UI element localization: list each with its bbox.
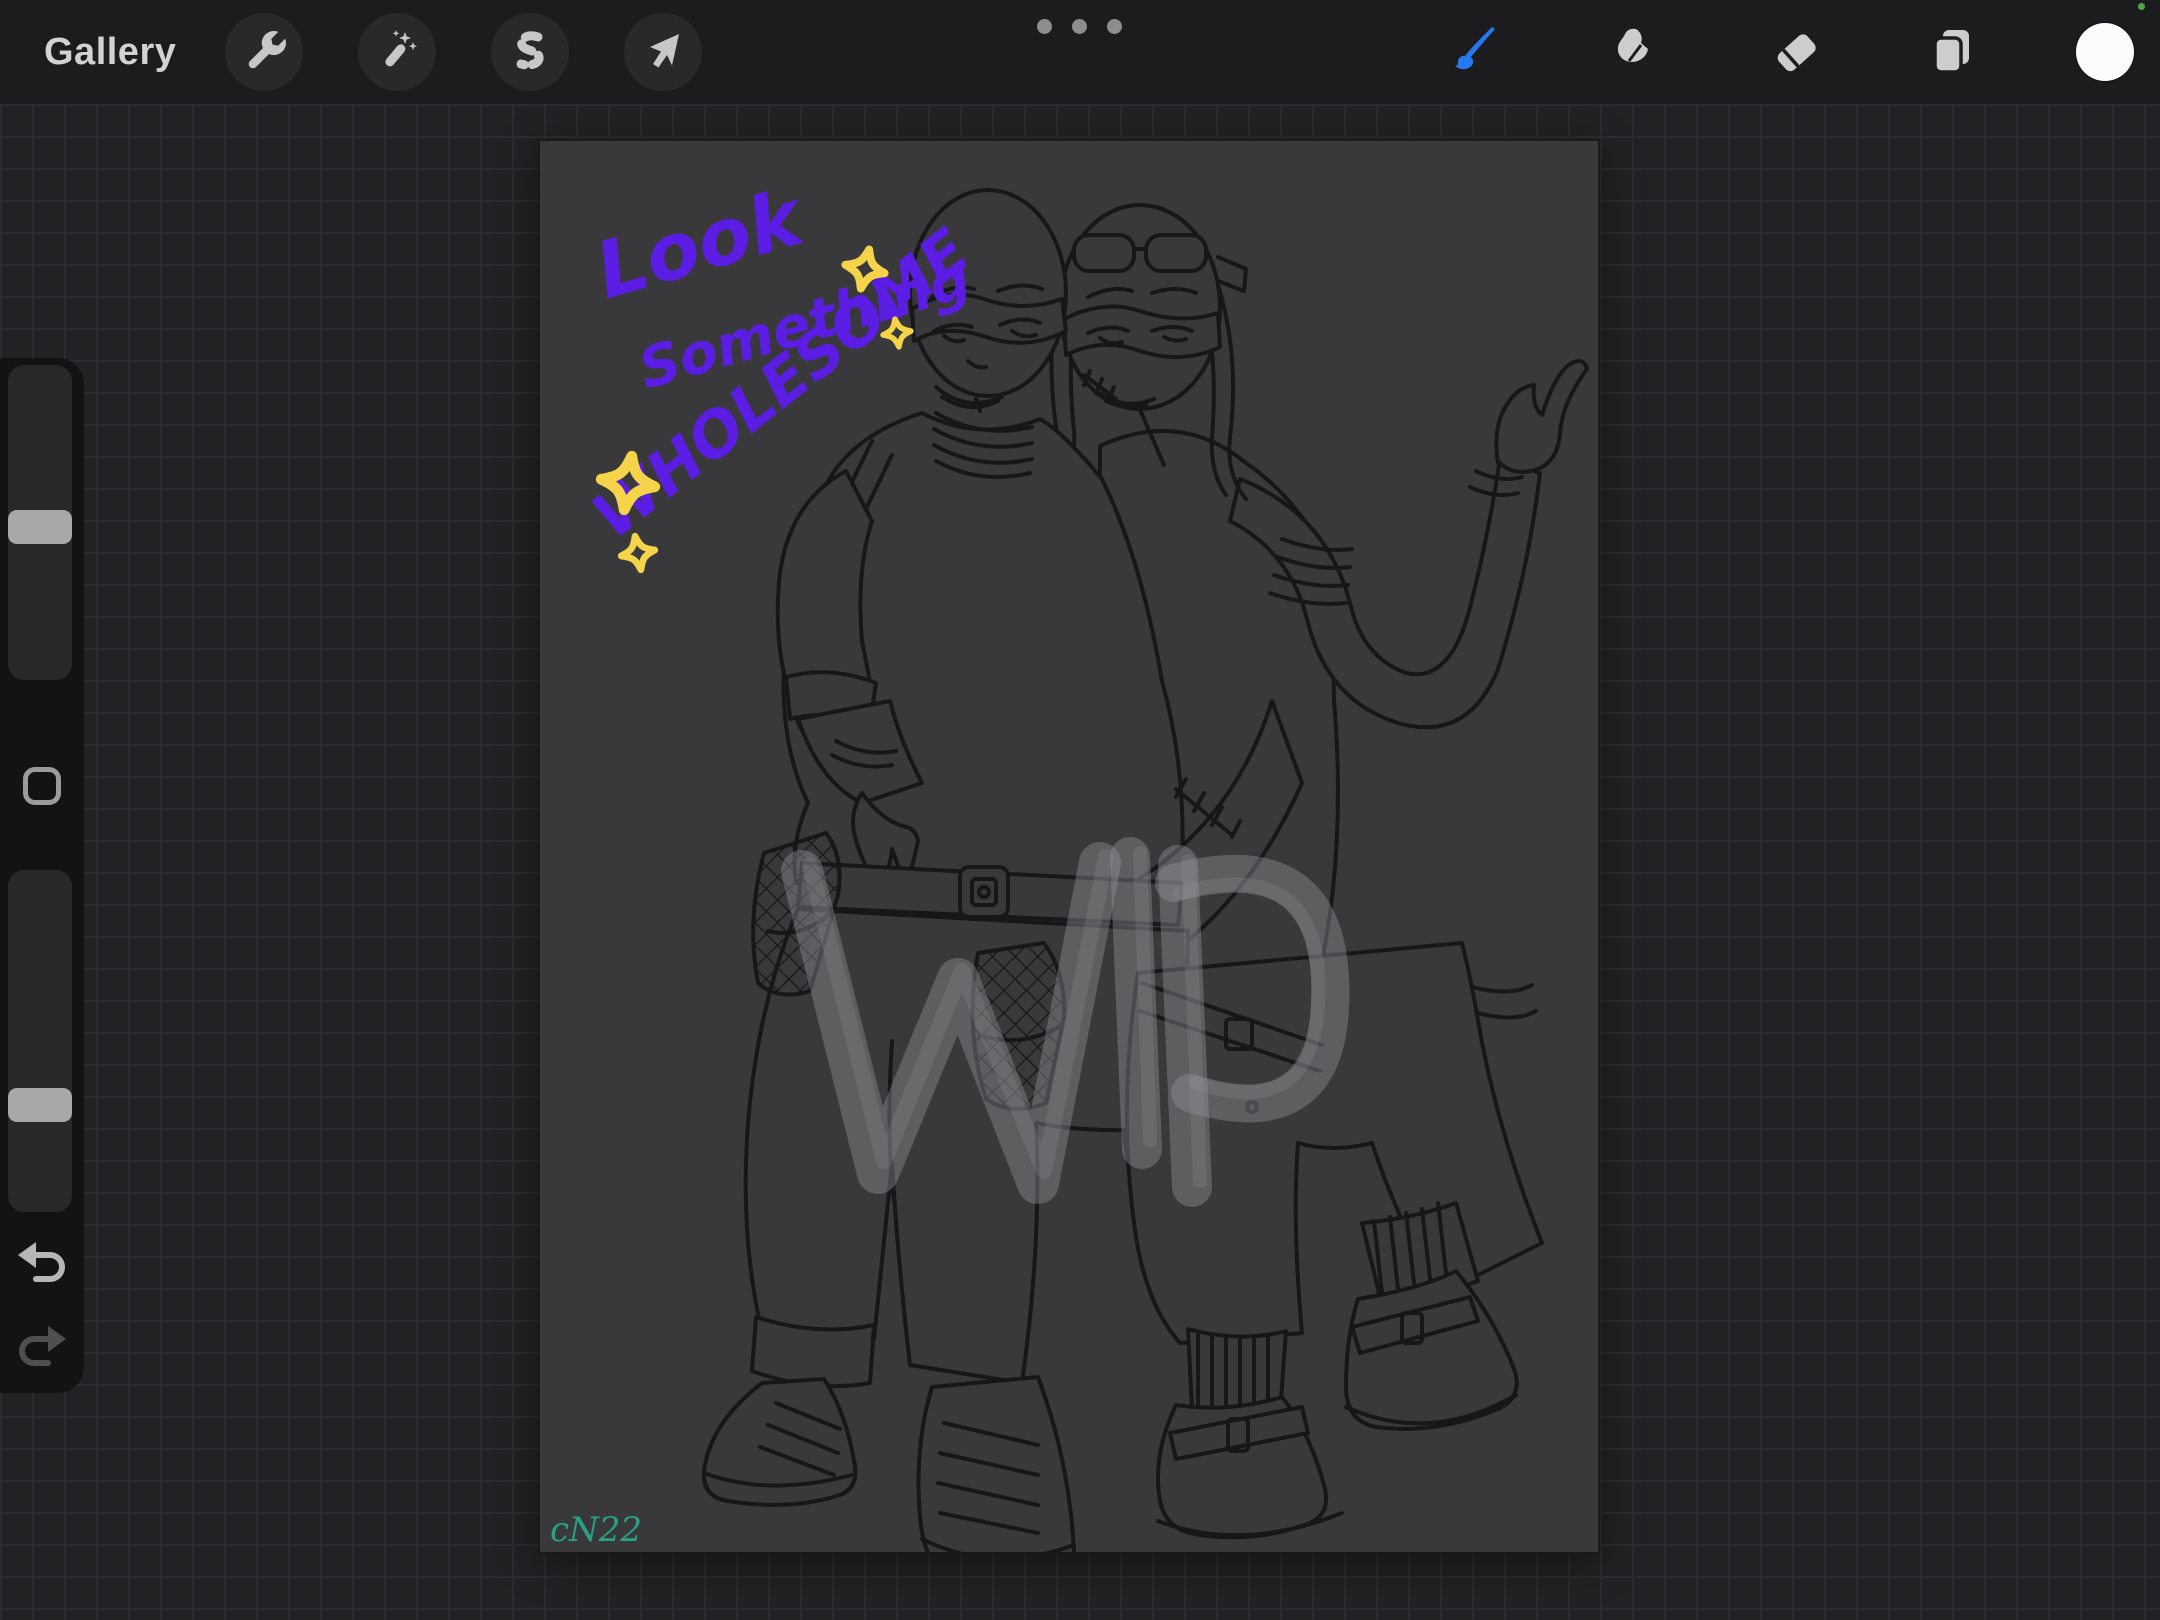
modify-button[interactable]	[23, 767, 61, 805]
adjustments-button[interactable]	[358, 13, 436, 91]
smudge-tool-button[interactable]	[1605, 25, 1659, 79]
wrench-icon	[242, 28, 286, 77]
artwork-canvas[interactable]: WIP	[540, 141, 1598, 1552]
magic-wand-icon	[375, 28, 419, 77]
brush-opacity-slider[interactable]	[8, 870, 72, 1212]
annotation-line1: Look	[586, 172, 815, 317]
artwork-drawing: Look Something WHOLESOME cN22	[540, 141, 1598, 1552]
redo-button[interactable]	[14, 1324, 70, 1374]
paint-tool-button[interactable]	[1449, 25, 1503, 79]
ellipsis-icon	[1107, 19, 1122, 34]
actions-button[interactable]	[225, 13, 303, 91]
canvas-options-menu[interactable]	[1037, 19, 1122, 34]
brush-sidebar	[0, 358, 84, 1393]
brush-opacity-handle[interactable]	[8, 1088, 72, 1122]
layers-button[interactable]	[1925, 25, 1979, 79]
layers-icon	[1925, 66, 1979, 83]
selection-button[interactable]	[491, 13, 569, 91]
color-swatch-button[interactable]	[2076, 23, 2134, 81]
transform-button[interactable]	[624, 13, 702, 91]
camera-indicator-dot	[2138, 3, 2145, 10]
paint-brush-icon	[1449, 66, 1503, 83]
artist-signature: cN22	[550, 1510, 642, 1550]
transform-arrow-icon	[641, 28, 685, 77]
gallery-button[interactable]: Gallery	[44, 0, 176, 104]
undo-button[interactable]	[14, 1240, 70, 1290]
erase-tool-button[interactable]	[1769, 25, 1823, 79]
selection-s-icon	[508, 28, 552, 77]
ellipsis-icon	[1037, 19, 1052, 34]
brush-size-handle[interactable]	[8, 510, 72, 544]
top-toolbar: Gallery	[0, 0, 2160, 104]
eraser-icon	[1769, 66, 1823, 83]
smudge-icon	[1605, 66, 1659, 83]
undo-arrow-icon	[14, 1277, 70, 1294]
ellipsis-icon	[1072, 19, 1087, 34]
redo-arrow-icon	[14, 1361, 70, 1378]
